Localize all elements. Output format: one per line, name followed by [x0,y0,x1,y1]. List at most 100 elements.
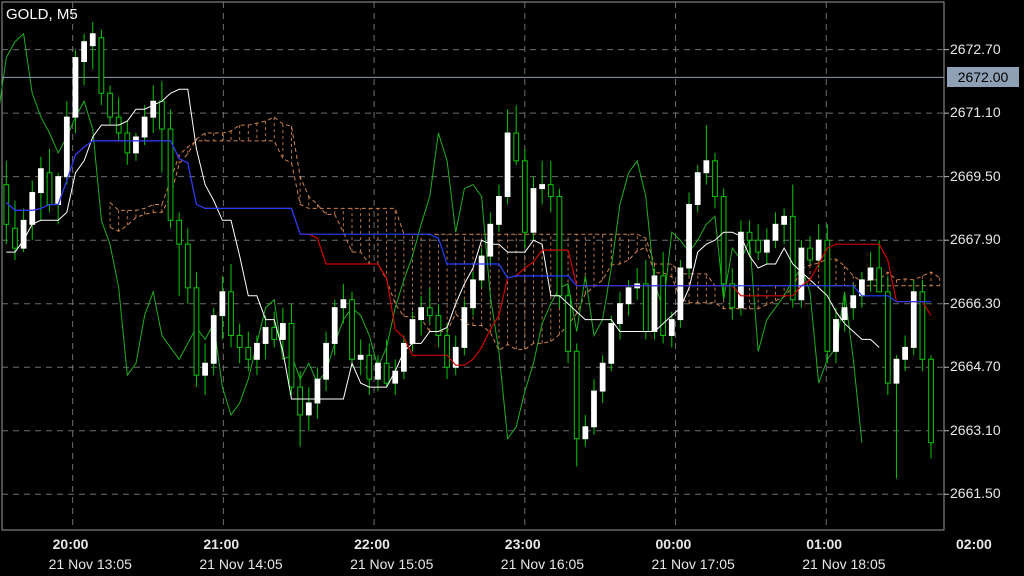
candle-body [720,196,727,285]
candle-body [245,346,252,360]
candle-body [478,255,485,281]
candle-body [876,267,883,293]
candle-body [599,362,606,392]
candle-body [530,188,537,233]
candle-body [159,100,165,130]
candle-body [349,299,355,360]
candle-body [81,41,87,63]
candle-body [470,279,476,309]
x-date-label: 21 Nov 15:05 [350,556,434,572]
candle-body [12,227,18,249]
candle-body [642,283,649,333]
candle-body [383,362,390,384]
candle-body [435,315,442,336]
x-time-label: 22:00 [354,536,390,552]
y-tick-label: 2666.30 [950,294,1001,311]
candle-body [63,116,70,178]
candle-body [763,239,770,253]
candle-body [893,358,900,384]
candle-body [150,100,157,118]
x-date-label: 21 Nov 16:05 [500,556,585,572]
candle-body [807,247,813,261]
candle-body [89,33,96,47]
y-tick-label: 2663.10 [950,421,1001,438]
candle-body [254,342,260,360]
candle-body [755,239,762,253]
candle-body [418,307,425,321]
candle-body [141,116,148,138]
candle-body [582,426,589,440]
candle-body [841,307,848,321]
price-chart[interactable] [0,0,1024,576]
candle-body [668,319,675,336]
candle-body [625,287,632,305]
candle-body [694,172,701,205]
y-tick-label: 2661.50 [950,485,1001,502]
candle-body [124,132,131,154]
candle-body [487,223,494,257]
candle-body [305,402,312,416]
candle-body [297,386,304,416]
chart-title: GOLD, M5 [6,6,78,23]
candle-body [651,275,658,333]
candle-body [928,358,934,444]
candle-body [426,307,433,317]
candle-body [193,287,200,376]
candle-body [746,231,753,241]
y-tick-label: 2667.90 [950,231,1001,248]
x-date-label: 21 Nov 14:05 [199,556,283,572]
candle-body [677,267,684,321]
candle-body [219,291,226,317]
x-time-label: 21:00 [203,536,240,552]
x-time-label: 01:00 [806,536,843,552]
candle-body [850,295,857,309]
candle-body [902,346,908,360]
x-time-label: 20:00 [52,536,89,552]
candle-body [660,275,667,336]
candle-body [884,291,891,384]
candle-body [789,215,796,301]
candle-body [452,346,459,368]
candle-body [910,291,917,348]
candle-body [202,362,208,376]
candle-body [539,184,546,190]
candle-body [556,196,563,297]
candle-body [366,354,373,380]
candle-body [98,37,105,94]
candle-body [867,267,874,281]
candle-body [20,219,27,249]
candle-body [815,239,822,261]
candle-body [107,92,113,118]
candle-body [504,132,511,198]
candle-body [38,168,44,194]
candle-body [167,128,174,221]
candle-body [461,307,468,348]
candle-body [591,390,597,428]
candle-body [712,160,718,198]
candle-body [340,299,347,309]
candle-body [331,307,338,344]
candle-body [323,342,329,380]
candle-body [833,319,839,352]
candle-body [521,160,528,233]
candle-body [228,291,234,336]
x-date-label: 21 Nov 17:05 [651,556,735,572]
candle-body [409,319,416,344]
x-time-label: 02:00 [956,536,992,552]
x-date-label: 21 Nov 18:05 [802,556,886,572]
x-date-label: 21 Nov 13:05 [48,556,132,572]
candle-body [400,342,407,372]
candle-body [236,334,243,348]
candle-body [375,362,381,380]
candle-body [210,315,217,364]
candle-body [46,172,53,205]
candle-body [496,196,502,225]
candle-body [288,323,295,388]
candle-body [184,243,191,289]
candle-body [279,323,286,340]
candle-body [686,203,692,269]
y-tick-label: 2671.10 [950,104,1001,121]
candle-body [262,327,269,344]
y-tick-label: 2672.70 [950,40,1001,57]
candle-body [444,334,450,368]
